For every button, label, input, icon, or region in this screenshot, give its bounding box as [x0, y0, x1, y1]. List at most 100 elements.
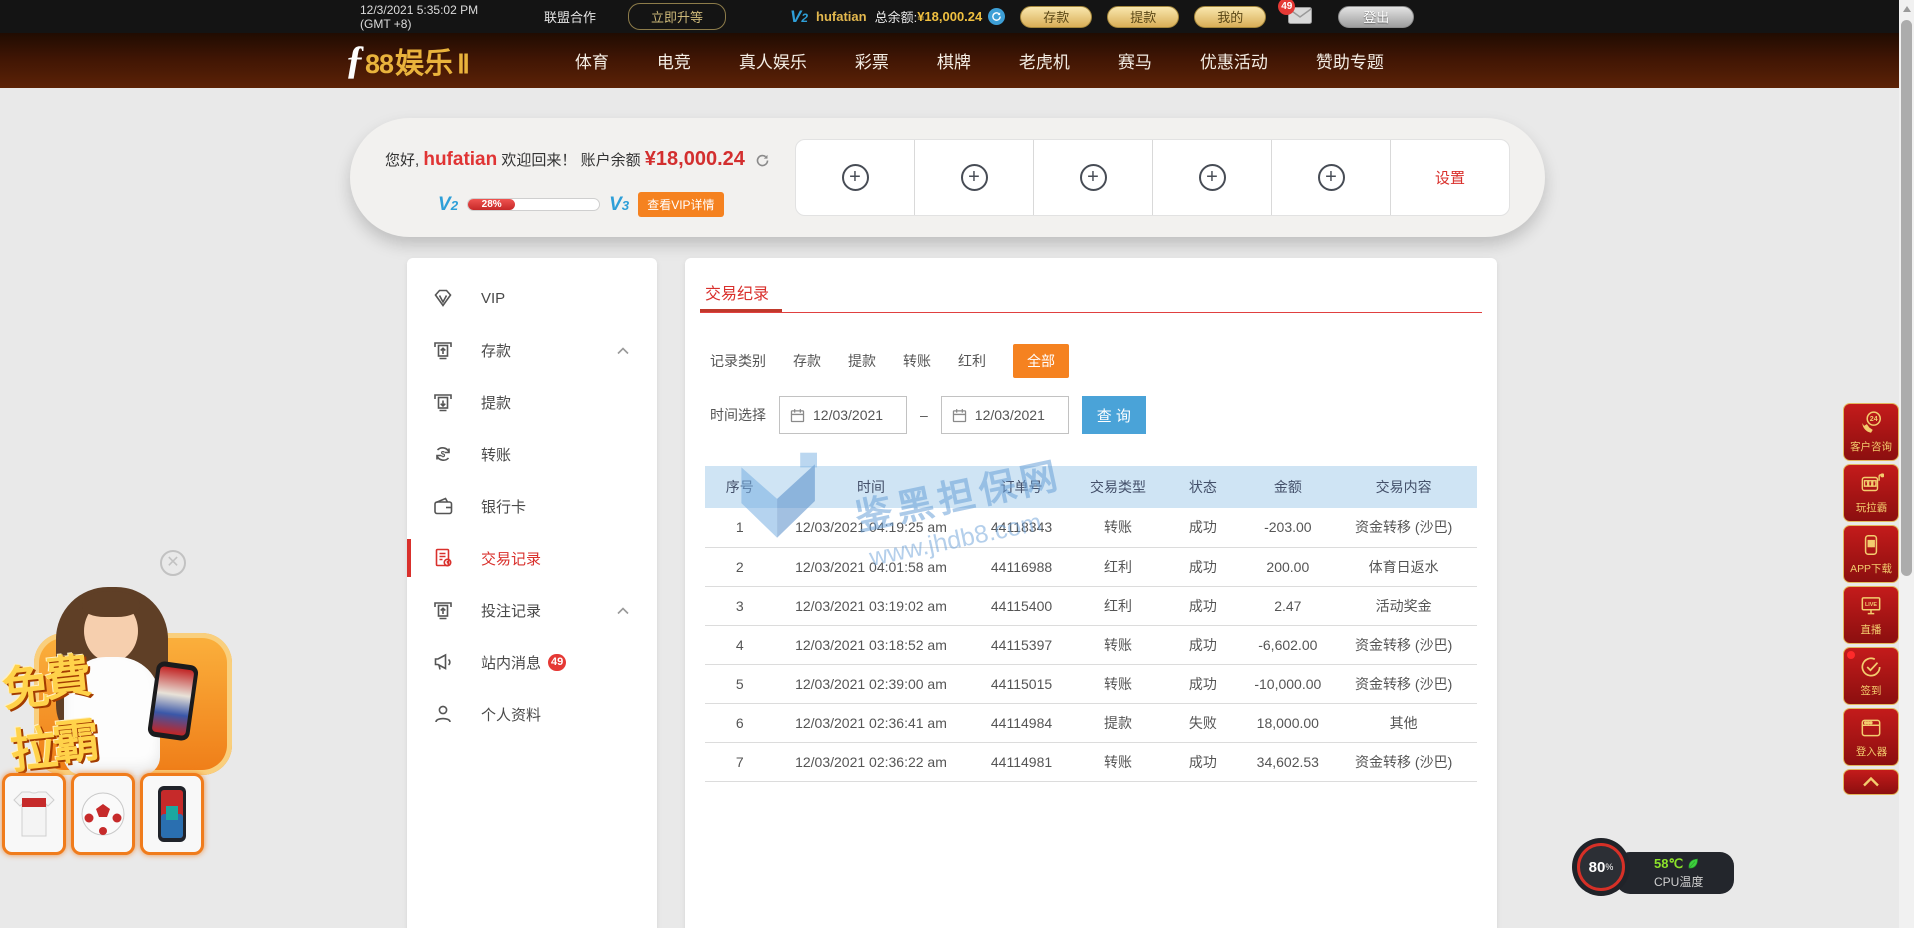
withdraw-button[interactable]: 提款 [1107, 6, 1179, 28]
sidebar-item-profile[interactable]: 个人资料 [407, 688, 657, 740]
mail-icon[interactable]: 49 [1288, 7, 1312, 27]
float-button-login-tool[interactable]: 登入器 [1843, 708, 1899, 766]
filter-all-active[interactable]: 全部 [1013, 344, 1069, 378]
nav-item-esports[interactable]: 电竞 [657, 48, 691, 73]
welcome-balance-label: 账户余额 [581, 152, 641, 169]
promo-girl-hair-fringe [82, 591, 140, 617]
settings-link[interactable]: 设置 [1390, 140, 1509, 215]
sidebar-item-site-messages[interactable]: 站内消息 49 [407, 636, 657, 688]
chevron-up-icon[interactable] [617, 342, 629, 359]
float-button-check-in[interactable]: 签到 [1843, 647, 1899, 705]
sidebar-item-deposit[interactable]: 存款 [407, 324, 657, 376]
nav-item-live-casino[interactable]: 真人娱乐 [739, 48, 807, 73]
add-slot-button-5[interactable]: + [1271, 140, 1390, 215]
transfer-icon: $ [431, 442, 455, 466]
welcome-balance-value: ¥18,000.24 [645, 148, 745, 170]
cpu-usage-value: 80 [1589, 859, 1606, 876]
live-monitor-icon: LIVE [1858, 593, 1884, 619]
add-slot-button-4[interactable]: + [1152, 140, 1271, 215]
search-button[interactable]: 查 询 [1082, 396, 1146, 434]
filter-withdraw[interactable]: 提款 [848, 351, 876, 371]
filter-transfer[interactable]: 转账 [903, 351, 931, 371]
nav-item-sponsorship[interactable]: 赞助专题 [1316, 48, 1384, 73]
slot-reel-football[interactable] [71, 773, 135, 855]
brand-logo[interactable]: ƒ88娱乐Ⅱ [345, 40, 470, 82]
cpu-temperature-value: 58℃ [1654, 856, 1683, 872]
refresh-icon[interactable] [755, 153, 770, 172]
greeting-prefix: 您好, [385, 152, 419, 169]
float-button-slots[interactable]: 777 玩拉霸 [1843, 464, 1899, 522]
alliance-link[interactable]: 联盟合作 [544, 7, 596, 26]
add-slot-button-2[interactable]: + [914, 140, 1033, 215]
sidebar-item-vip[interactable]: VIP [407, 272, 657, 324]
nav-item-sports[interactable]: 体育 [575, 48, 609, 73]
slot-reel-phone[interactable] [140, 773, 204, 855]
date-separator: – [920, 407, 928, 423]
svg-text:LIVE: LIVE [1865, 602, 1877, 608]
nav-item-slots[interactable]: 老虎机 [1019, 48, 1070, 73]
float-button-customer-service[interactable]: 24 客户咨询 [1843, 403, 1899, 461]
upgrade-button[interactable]: 立即升等 [628, 3, 726, 30]
close-icon[interactable]: ✕ [160, 550, 186, 576]
withdraw-icon [431, 390, 455, 414]
phone-24-icon: 24 [1858, 410, 1884, 436]
vip-current-level: V2 [438, 194, 458, 216]
chevron-up-icon[interactable] [617, 602, 629, 619]
promo-char-2: 費 [41, 637, 95, 711]
svg-text:24: 24 [1870, 416, 1878, 423]
date-to-input[interactable]: 12/03/2021 [941, 396, 1069, 434]
browser-window-icon [1858, 715, 1884, 741]
vip-progress-row: V2 28% V3 查看VIP详情 [438, 192, 724, 217]
filter-label: 记录类别 [710, 351, 766, 371]
message-badge: 49 [548, 654, 566, 671]
refresh-balance-icon[interactable] [988, 8, 1005, 25]
sidebar-item-betting-records[interactable]: 投注记录 [407, 584, 657, 636]
add-slot-button-1[interactable]: + [796, 140, 914, 215]
nav-item-horse-racing[interactable]: 赛马 [1118, 48, 1152, 73]
scroll-up-arrow[interactable] [1903, 6, 1911, 12]
vip-level-badge: V2 [790, 7, 808, 27]
plus-circle-icon: + [1318, 164, 1345, 191]
float-button-live-stream[interactable]: LIVE 直播 [1843, 586, 1899, 644]
deposit-button[interactable]: 存款 [1020, 6, 1092, 28]
nav-item-lottery[interactable]: 彩票 [855, 48, 889, 73]
plus-circle-icon: + [961, 164, 988, 191]
sidebar-item-bank-card[interactable]: 银行卡 [407, 480, 657, 532]
tab-transaction-records[interactable]: 交易纪录 [705, 280, 769, 304]
collapse-menu-button[interactable] [1843, 769, 1899, 795]
float-button-app-download[interactable]: APP下载 [1843, 525, 1899, 583]
status-badge: 成功 [1160, 508, 1245, 547]
transactions-table: 序号 时间 订单号 交易类型 状态 金额 交易内容 112/03/2021 04… [705, 466, 1477, 782]
filter-bonus[interactable]: 红利 [958, 351, 986, 371]
main-nav: ƒ88娱乐Ⅱ 体育 电竞 真人娱乐 彩票 棋牌 老虎机 赛马 优惠活动 赞助专题 [0, 33, 1899, 88]
promo-slot-reels [2, 773, 204, 855]
datetime-text: 12/3/2021 5:35:02 PM (GMT +8) [360, 3, 510, 31]
logout-button[interactable]: 登出 [1338, 6, 1414, 28]
nav-item-promotions[interactable]: 优惠活动 [1200, 48, 1268, 73]
scrollbar-thumb[interactable] [1901, 20, 1912, 576]
scrollbar-track[interactable] [1899, 0, 1914, 928]
tab-divider-line [700, 312, 1482, 313]
greeting-middle: 欢迎回来！ [501, 152, 576, 169]
status-badge: 成功 [1160, 625, 1245, 664]
sidebar-item-transaction-records[interactable]: 交易记录 [407, 532, 657, 584]
slot-reel-jersey[interactable] [2, 773, 66, 855]
status-badge: 成功 [1160, 664, 1245, 703]
top-bar: 12/3/2021 5:35:02 PM (GMT +8) 联盟合作 立即升等 … [0, 0, 1899, 33]
person-icon [431, 702, 455, 726]
check-circle-icon [1858, 654, 1884, 680]
date-from-input[interactable]: 12/03/2021 [779, 396, 907, 434]
add-slot-button-3[interactable]: + [1033, 140, 1152, 215]
vip-detail-button[interactable]: 查看VIP详情 [638, 192, 723, 217]
nav-item-board-games[interactable]: 棋牌 [937, 48, 971, 73]
record-type-filter: 记录类别 存款 提款 转账 红利 全部 [710, 344, 1069, 378]
mine-button[interactable]: 我的 [1194, 6, 1266, 28]
cpu-temp-label: CPU温度 [1654, 873, 1734, 890]
filter-deposit[interactable]: 存款 [793, 351, 821, 371]
sidebar-item-withdraw[interactable]: 提款 [407, 376, 657, 428]
vip-diamond-icon [431, 286, 455, 310]
balance-label: 总余额: [875, 7, 918, 26]
status-badge: 成功 [1160, 742, 1245, 781]
sidebar-item-transfer[interactable]: $ 转账 [407, 428, 657, 480]
col-header-type: 交易类型 [1076, 466, 1161, 508]
